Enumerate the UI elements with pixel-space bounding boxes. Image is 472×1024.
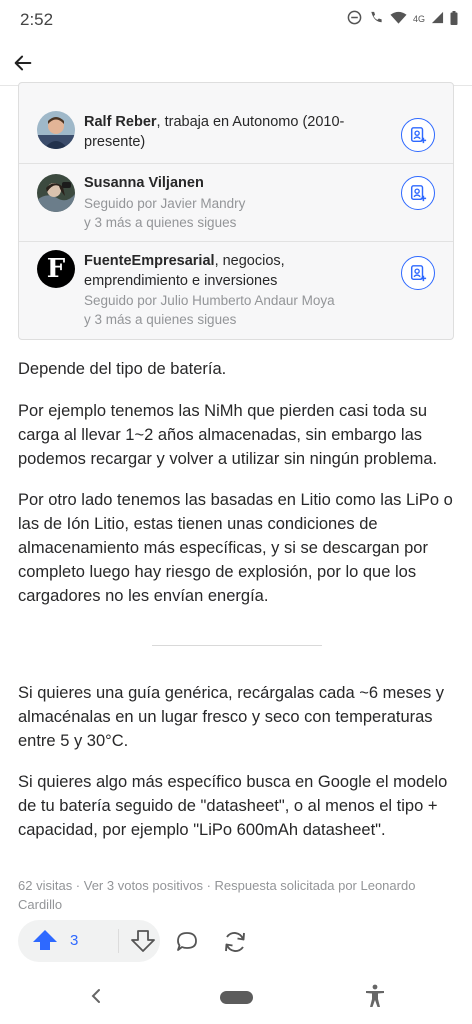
system-nav-bar (0, 972, 472, 1024)
share-button[interactable] (222, 929, 248, 960)
answer-paragraph: Si quieres una guía genérica, recárgalas… (18, 684, 445, 750)
add-user-icon (410, 185, 427, 202)
followed-by: Seguido por Julio Humberto Andaur Moya (84, 293, 335, 308)
wifi-icon (390, 11, 407, 28)
add-user-icon (410, 127, 427, 144)
downvote-button[interactable] (130, 930, 156, 957)
follow-button[interactable] (401, 256, 435, 290)
arrow-left-icon (14, 55, 32, 71)
upvote-count: 3 (70, 931, 79, 949)
answer-paragraph: Por ejemplo tenemos las NiMh que pierden… (18, 402, 438, 468)
avatar[interactable]: F (37, 250, 75, 288)
list-item: Ralf Reber, trabaja en Autonomo (2010-pr… (19, 83, 453, 164)
profile-name[interactable]: Susanna Viljanen (84, 175, 204, 191)
status-time: 2:52 (20, 10, 54, 29)
status-icons: 4G (347, 10, 458, 28)
system-home-button[interactable] (220, 991, 253, 1004)
add-user-icon (410, 265, 427, 282)
list-item: Susanna Viljanen Seguido por Javier Mand… (19, 164, 453, 242)
network-type: 4G (412, 14, 425, 24)
comment-icon (177, 932, 197, 951)
follow-suggestions-card: Ralf Reber, trabaja en Autonomo (2010-pr… (18, 82, 454, 340)
profile-name[interactable]: FuenteEmpresarial (84, 253, 215, 269)
answer-paragraph: Por otro lado tenemos las basadas en Lit… (18, 491, 453, 605)
avatar[interactable] (37, 174, 75, 212)
app-bar (0, 40, 472, 86)
comment-button[interactable] (176, 931, 198, 958)
divider (118, 929, 119, 953)
follow-button[interactable] (401, 176, 435, 210)
accessibility-button[interactable] (364, 984, 386, 1013)
avatar[interactable] (37, 111, 75, 149)
divider (152, 645, 322, 646)
profile-name[interactable]: Ralf Reber (84, 114, 157, 130)
followed-more: y 3 más a quienes sigues (84, 215, 237, 230)
answer-paragraph: Si quieres algo más específico busca en … (18, 773, 448, 839)
follow-button[interactable] (401, 118, 435, 152)
answer-meta[interactable]: 62 visitas · Ver 3 votos positivos · Res… (18, 876, 438, 914)
status-bar: 2:52 4G (0, 0, 472, 40)
wifi-call-icon (368, 10, 384, 28)
followed-by: Seguido por Javier Mandry (84, 196, 246, 211)
battery-icon (450, 10, 458, 28)
arrow-down-icon (131, 930, 155, 952)
arrow-up-icon (33, 930, 57, 950)
avatar-letter: F (46, 254, 66, 284)
back-button[interactable] (8, 48, 38, 78)
dnd-icon (347, 10, 362, 28)
chevron-left-icon (91, 989, 100, 1003)
item-text: Susanna Viljanen Seguido por Javier Mand… (84, 173, 384, 232)
followed-more: y 3 más a quienes sigues (84, 312, 237, 327)
upvote-button[interactable]: 3 (32, 929, 78, 951)
accessibility-icon (366, 984, 384, 1007)
refresh-share-icon (225, 932, 245, 952)
list-item: F FuenteEmpresarial, negocios, emprendim… (19, 242, 453, 339)
vote-pill: 3 (18, 920, 160, 962)
signal-icon (431, 11, 444, 27)
item-text: Ralf Reber, trabaja en Autonomo (2010-pr… (84, 112, 384, 152)
system-back-button[interactable] (86, 986, 106, 1011)
item-text: FuenteEmpresarial, negocios, emprendimie… (84, 251, 384, 329)
answer-paragraph: Depende del tipo de batería. (18, 360, 227, 378)
